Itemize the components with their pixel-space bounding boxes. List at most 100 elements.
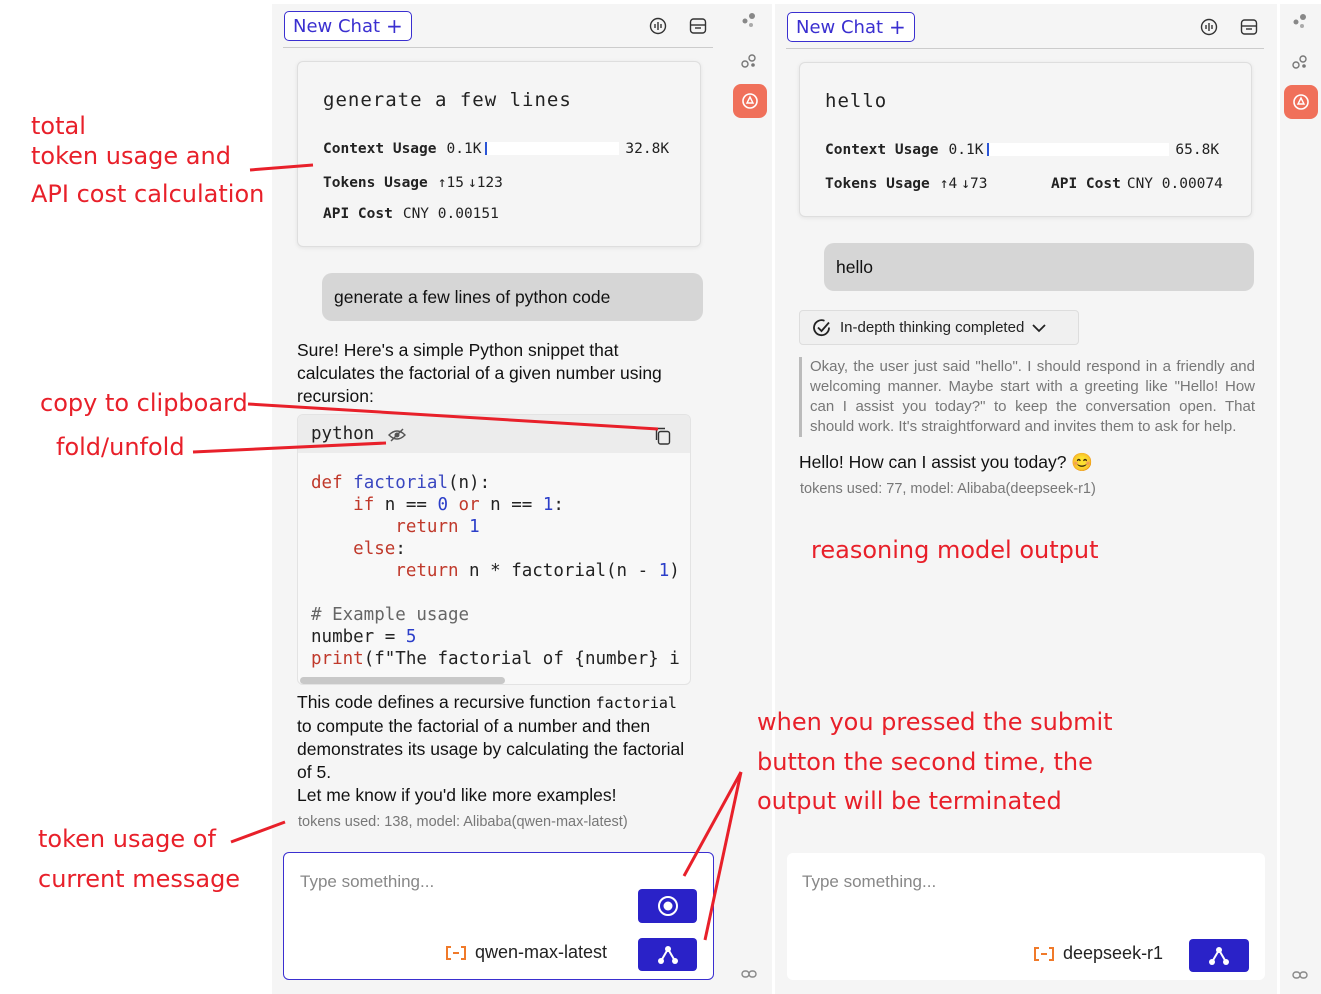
send-button[interactable] bbox=[1189, 939, 1249, 972]
code-line: if n == 0 or n == 1: bbox=[353, 495, 564, 515]
archive-icon[interactable] bbox=[1240, 18, 1258, 36]
fold-toggle-icon[interactable] bbox=[388, 428, 406, 442]
context-max: 32.8K bbox=[625, 141, 670, 157]
branch-icon[interactable] bbox=[1292, 54, 1308, 70]
annotation-line: API cost calculation bbox=[31, 180, 265, 208]
tokens-usage-row: Tokens Usage ↑4 ↓73 bbox=[825, 176, 987, 192]
context-usage-label: Context Usage bbox=[825, 142, 939, 158]
conversation-title: hello bbox=[825, 90, 888, 112]
annotation-line: output will be terminated bbox=[757, 787, 1062, 815]
arrow-up-icon: ↑ bbox=[939, 176, 949, 192]
annotation-copy: copy to clipboard bbox=[40, 389, 248, 417]
model-icon bbox=[446, 945, 466, 960]
stop-button[interactable] bbox=[638, 889, 697, 923]
inline-code: factorial bbox=[595, 694, 677, 712]
user-message: hello bbox=[824, 243, 1254, 291]
new-chat-label: New Chat bbox=[293, 15, 381, 37]
annotation-line: when you pressed the submit bbox=[757, 708, 1113, 736]
message-token-meta: tokens used: 77, model: Alibaba(deepseek… bbox=[800, 481, 1096, 497]
assistant-intro: Sure! Here's a simple Python snippet tha… bbox=[297, 340, 662, 406]
chevron-down-icon bbox=[1032, 323, 1046, 332]
assistant-outro: This code defines a recursive function f… bbox=[297, 691, 692, 807]
arrow-up-icon: ↑ bbox=[437, 175, 447, 191]
right-side-rail bbox=[1280, 4, 1321, 994]
annotation-reasoning: reasoning model output bbox=[811, 536, 1099, 564]
annotation-line: current message bbox=[38, 865, 241, 893]
input-placeholder: Type something... bbox=[300, 872, 435, 891]
annotation-line: token usage of bbox=[38, 825, 216, 853]
code-line: # Example usage bbox=[311, 605, 470, 625]
model-name: deepseek-r1 bbox=[1063, 943, 1164, 963]
stop-icon bbox=[657, 896, 678, 916]
send-button[interactable] bbox=[638, 938, 697, 971]
new-chat-button[interactable]: New Chat + bbox=[284, 11, 412, 41]
thinking-toggle[interactable]: In-depth thinking completed bbox=[799, 310, 1079, 345]
left-side-rail bbox=[728, 4, 772, 994]
api-cost-value: CNY 0.00151 bbox=[402, 206, 499, 222]
code-line: else: bbox=[353, 539, 406, 559]
message-token-meta: tokens used: 138, model: Alibaba(qwen-ma… bbox=[298, 814, 628, 830]
assistant-reply: Hello! How can I assist you today? 😊 bbox=[799, 452, 1094, 472]
tokens-up: 15 bbox=[446, 175, 464, 191]
shared-chat-icon[interactable] bbox=[741, 12, 757, 28]
tokens-usage-label: Tokens Usage bbox=[825, 176, 930, 192]
active-rail-button[interactable] bbox=[1284, 85, 1318, 119]
voice-icon[interactable] bbox=[649, 17, 667, 35]
outro-text-2: to compute the factorial of a number and… bbox=[297, 716, 685, 782]
branch-icon[interactable] bbox=[741, 53, 757, 69]
code-line: return n * factorial(n - 1) bbox=[395, 561, 680, 581]
tokens-usage-label: Tokens Usage bbox=[323, 175, 428, 191]
annotation-total-usage: total token usage and API cost calculati… bbox=[31, 111, 264, 209]
tokens-usage-row: Tokens Usage ↑15 ↓123 bbox=[323, 175, 503, 191]
header-divider bbox=[786, 48, 1264, 49]
active-rail-button[interactable] bbox=[733, 84, 767, 118]
conversation-title: generate a few lines bbox=[323, 89, 572, 111]
plus-icon: + bbox=[386, 14, 403, 38]
context-usage-bar bbox=[987, 143, 1170, 156]
code-hscrollbar[interactable] bbox=[300, 677, 505, 684]
outro-text-3: Let me know if you'd like more examples! bbox=[297, 785, 617, 805]
send-icon bbox=[1209, 946, 1229, 965]
context-usage-label: Context Usage bbox=[323, 141, 437, 157]
outro-text-1: This code defines a recursive function bbox=[297, 692, 591, 712]
model-name: qwen-max-latest bbox=[475, 942, 608, 962]
context-max: 65.8K bbox=[1175, 142, 1220, 158]
code-line: number = 5 bbox=[311, 627, 417, 647]
check-circle-icon bbox=[813, 318, 830, 336]
model-icon bbox=[1034, 946, 1054, 961]
annotation-submit: when you pressed the submit button the s… bbox=[757, 703, 1113, 822]
code-line: def factorial(n): bbox=[311, 473, 491, 493]
code-line: return 1 bbox=[395, 517, 480, 537]
arrow-down-icon: ↓ bbox=[961, 176, 970, 192]
annotation-token-message: token usage of current message bbox=[38, 819, 240, 899]
archive-icon[interactable] bbox=[689, 17, 707, 35]
context-used: 0.1K bbox=[446, 141, 482, 157]
link-icon[interactable] bbox=[1292, 969, 1308, 981]
code-content: def factorial(n): if n == 0 or n == 1: r… bbox=[311, 472, 680, 670]
shared-chat-icon[interactable] bbox=[1292, 13, 1308, 29]
model-selector[interactable]: deepseek-r1 bbox=[1033, 943, 1163, 964]
annotation-line: token usage and bbox=[31, 142, 231, 170]
annotation-line: total bbox=[31, 112, 86, 140]
model-selector[interactable]: qwen-max-latest bbox=[445, 942, 607, 963]
usage-stats-card: generate a few lines Context Usage 0.1K 32… bbox=[297, 61, 701, 247]
openai-icon bbox=[1293, 94, 1309, 110]
link-icon[interactable] bbox=[741, 968, 757, 980]
context-used: 0.1K bbox=[948, 142, 984, 158]
context-usage-bar bbox=[485, 142, 620, 155]
api-cost-label: API Cost bbox=[323, 206, 393, 222]
voice-icon[interactable] bbox=[1200, 18, 1218, 36]
api-cost-label: API Cost bbox=[1051, 176, 1121, 192]
user-message-text: hello bbox=[836, 256, 873, 277]
tokens-up: 4 bbox=[948, 176, 958, 192]
send-icon bbox=[657, 945, 678, 964]
annotation-fold: fold/unfold bbox=[56, 433, 185, 461]
api-cost-row: API Cost CNY 0.00151 bbox=[323, 206, 499, 222]
user-message-text: generate a few lines of python code bbox=[334, 286, 611, 307]
input-placeholder: Type something... bbox=[802, 872, 937, 891]
new-chat-button[interactable]: New Chat + bbox=[787, 12, 915, 42]
copy-icon[interactable] bbox=[654, 427, 671, 445]
arrow-down-icon: ↓ bbox=[467, 175, 477, 191]
context-usage-row: Context Usage 0.1K 65.8K bbox=[825, 142, 1219, 158]
